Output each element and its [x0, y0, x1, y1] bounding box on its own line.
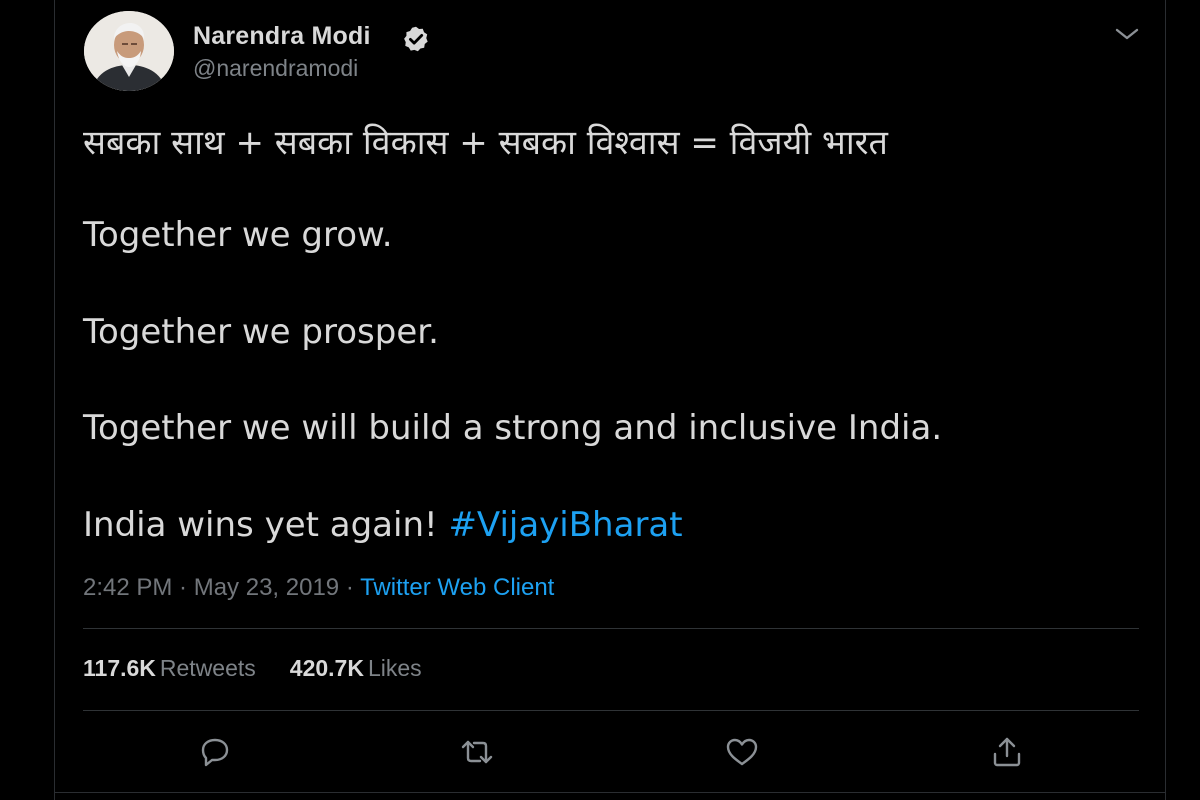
retweets-count: 117.6K: [83, 655, 156, 681]
retweet-icon[interactable]: [458, 734, 496, 770]
tweet-stats: 117.6K Retweets 420.7K Likes: [83, 655, 456, 682]
meta-separator: ·: [339, 574, 361, 601]
author-name[interactable]: Narendra Modi: [193, 22, 371, 51]
tweet-source-link[interactable]: Twitter Web Client: [360, 574, 554, 601]
tweet-card: Narendra Modi @narendramodi सबका साथ + स…: [54, 0, 1166, 800]
tweet-line-wins-text: India wins yet again!: [83, 505, 449, 545]
tweet-line-prosper: Together we prosper.: [83, 312, 439, 352]
likes-count: 420.7K: [289, 655, 364, 681]
heart-icon[interactable]: [723, 734, 761, 770]
divider: [83, 710, 1139, 711]
verified-badge-icon: [402, 25, 430, 53]
meta-separator: ·: [172, 574, 194, 601]
chevron-down-icon[interactable]: [1113, 24, 1141, 44]
tweet-line-grow: Together we grow.: [83, 215, 393, 255]
hashtag-link[interactable]: #VijayiBharat: [448, 505, 682, 545]
profile-photo-icon: [84, 11, 174, 91]
tweet-line-build: Together we will build a strong and incl…: [83, 408, 943, 448]
tweet-time[interactable]: 2:42 PM: [83, 574, 172, 601]
bottom-border: [54, 792, 1166, 793]
author-handle[interactable]: @narendramodi: [193, 55, 358, 82]
likes-label: Likes: [367, 655, 422, 681]
likes-stat[interactable]: 420.7K Likes: [290, 655, 422, 682]
avatar[interactable]: [84, 11, 174, 91]
tweet-line-hindi: सबका साथ + सबका विकास + सबका विश्वास = व…: [83, 123, 888, 163]
tweet-date[interactable]: May 23, 2019: [194, 574, 339, 601]
divider: [83, 628, 1139, 629]
retweets-stat[interactable]: 117.6K Retweets: [83, 655, 256, 682]
tweet-meta: 2:42 PM · May 23, 2019 · Twitter Web Cli…: [83, 574, 554, 602]
reply-icon[interactable]: [196, 734, 234, 770]
tweet-line-wins: India wins yet again! #VijayiBharat: [83, 505, 683, 545]
share-icon[interactable]: [988, 734, 1026, 770]
retweets-label: Retweets: [159, 655, 256, 681]
